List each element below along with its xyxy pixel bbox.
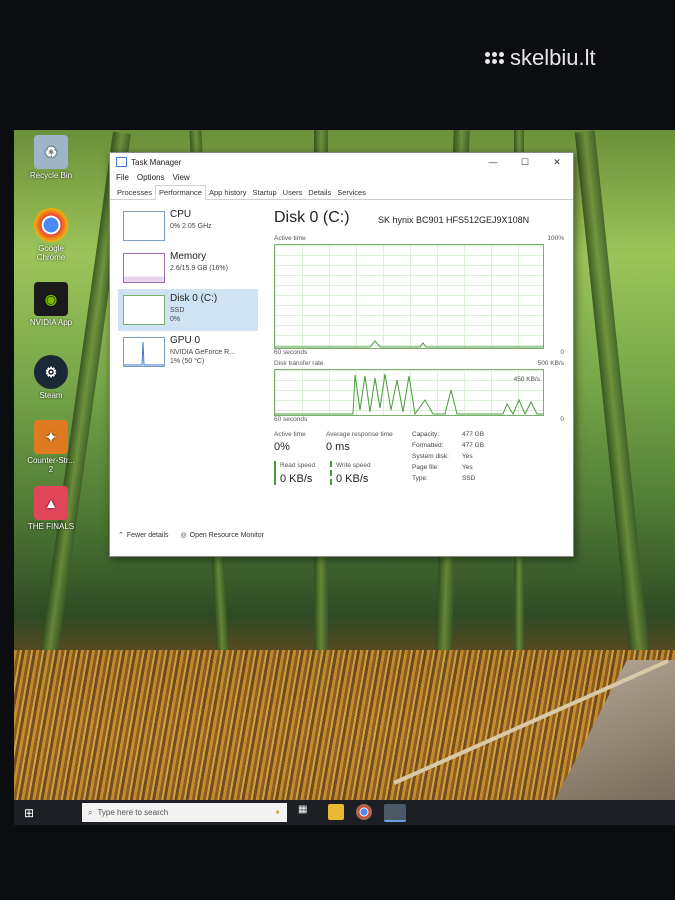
transfer-zero-label: 0: [560, 416, 564, 423]
capacity-label: Capacity:: [412, 431, 440, 438]
transfer-rate-line: [275, 373, 543, 416]
resource-monitor-icon: ◎: [180, 532, 187, 539]
minimize-button[interactable]: —: [477, 153, 509, 171]
desktop-icon-chrome[interactable]: Google Chrome: [24, 208, 78, 262]
task-manager-window[interactable]: Task Manager — ☐ ✕ File Options View Pro…: [109, 152, 574, 557]
disk-detail-panel: Disk 0 (C:) SK hynix BC901 HFS512GEJ9X10…: [274, 205, 564, 533]
task-manager-icon: [116, 157, 127, 167]
skelbiu-watermark: skelbiu.lt: [485, 45, 596, 71]
recycle-bin-icon: ♻: [34, 135, 68, 169]
bamboo-decor: [574, 130, 654, 690]
system-disk-label: System disk:: [412, 453, 449, 460]
menu-options[interactable]: Options: [137, 173, 165, 182]
taskbar-chrome-icon[interactable]: [356, 804, 372, 820]
transfer-seconds-label: 60 seconds: [274, 416, 308, 423]
active-time-stat-label: Active time: [274, 431, 306, 438]
skelbiu-logo-icon: [485, 52, 504, 64]
response-time-label: Average response time: [326, 431, 393, 438]
close-button[interactable]: ✕: [541, 153, 573, 171]
sidebar-item-disk[interactable]: Disk 0 (C:) SSD 0%: [118, 289, 258, 331]
tab-users[interactable]: Users: [280, 186, 306, 199]
read-speed-marker: [274, 461, 276, 485]
read-speed-label: Read speed: [280, 462, 316, 469]
tab-performance[interactable]: Performance: [155, 185, 206, 200]
task-view-icon: ▦: [298, 804, 308, 815]
response-time-value: 0 ms: [326, 441, 350, 453]
write-speed-value: 0 KB/s: [336, 473, 369, 485]
active-time-line: [275, 340, 543, 348]
desktop-icon-recycle-bin[interactable]: ♻ Recycle Bin: [24, 135, 78, 180]
transfer-rate-graph: 450 KB/s: [274, 369, 544, 416]
chrome-icon: [34, 208, 68, 242]
tab-processes[interactable]: Processes: [114, 186, 155, 199]
windows-icon: ⊞: [23, 805, 35, 820]
menu-bar: File Options View: [110, 171, 573, 184]
active-time-zero-label: 0: [560, 349, 564, 356]
cpu-mini-graph: [123, 211, 165, 241]
write-speed-label: Write speed: [336, 462, 371, 469]
watermark-text: skelbiu.lt: [510, 45, 596, 70]
memory-mini-graph: [123, 253, 165, 283]
gpu-mini-graph: [123, 337, 165, 367]
menu-file[interactable]: File: [116, 173, 129, 182]
sidebar-item-gpu[interactable]: GPU 0 NVIDIA GeForce R... 1% (50 °C): [118, 331, 258, 373]
tab-startup[interactable]: Startup: [249, 186, 279, 199]
active-time-graph-label: Active time: [274, 235, 306, 242]
task-view-button[interactable]: ▦: [298, 804, 314, 820]
transfer-mid-label: 450 KB/s: [513, 376, 540, 383]
transfer-max-label: 500 KB/s: [537, 360, 564, 367]
sidebar-item-memory[interactable]: Memory 2.6/15.9 GB (16%): [118, 247, 258, 289]
performance-sidebar: CPU 0% 2.05 GHz Memory 2.6/15.9 GB (16%)…: [118, 205, 258, 533]
write-speed-marker: [330, 461, 332, 485]
file-explorer-icon[interactable]: [328, 804, 344, 820]
chevron-up-icon: ⌃: [118, 532, 124, 539]
transfer-graph-label: Disk transfer rate: [274, 360, 324, 367]
active-time-seconds-label: 60 seconds: [274, 349, 308, 356]
desktop: ♻ Recycle Bin Google Chrome ◉ NVIDIA App…: [14, 130, 675, 825]
taskbar: ⊞ ⌕ Type here to search ✦ ▦: [14, 800, 675, 825]
sidebar-item-cpu[interactable]: CPU 0% 2.05 GHz: [118, 205, 258, 247]
formatted-value: 477 GB: [462, 442, 485, 449]
disk-model: SK hynix BC901 HFS512GEJ9X108N: [378, 215, 530, 225]
type-value: SSD: [462, 475, 476, 482]
page-file-value: Yes: [462, 464, 473, 471]
open-resource-monitor-link[interactable]: ◎ Open Resource Monitor: [180, 531, 264, 540]
tab-details[interactable]: Details: [305, 186, 334, 199]
desktop-icon-the-finals[interactable]: ▲ THE FINALS: [24, 486, 78, 531]
search-highlight-icon: ✦: [274, 808, 281, 817]
type-label: Type:: [412, 475, 428, 482]
start-button[interactable]: ⊞: [16, 800, 42, 825]
title-bar[interactable]: Task Manager — ☐ ✕: [110, 153, 573, 171]
active-time-graph: [274, 244, 544, 349]
disk-title: Disk 0 (C:): [274, 209, 350, 226]
page-file-label: Page file:: [412, 464, 440, 471]
task-manager-taskbar-icon[interactable]: [384, 804, 406, 822]
window-title: Task Manager: [131, 157, 182, 167]
desktop-icon-counter-strike[interactable]: ✦ Counter-Str... 2: [24, 420, 78, 474]
tab-app-history[interactable]: App history: [206, 186, 250, 199]
tab-services[interactable]: Services: [334, 186, 369, 199]
search-icon: ⌕: [88, 807, 93, 817]
taskbar-search[interactable]: ⌕ Type here to search ✦: [82, 803, 287, 822]
disk-mini-graph: [123, 295, 165, 325]
active-time-max-label: 100%: [547, 235, 564, 242]
system-disk-value: Yes: [462, 453, 473, 460]
footer: ⌃ Fewer details ◎ Open Resource Monitor: [118, 531, 264, 540]
read-speed-value: 0 KB/s: [280, 473, 313, 485]
counter-strike-icon: ✦: [34, 420, 68, 454]
the-finals-icon: ▲: [34, 486, 68, 520]
steam-icon: ⚙: [34, 355, 68, 389]
active-time-stat-value: 0%: [274, 441, 290, 453]
search-placeholder: Type here to search: [97, 808, 169, 817]
maximize-button[interactable]: ☐: [509, 153, 541, 171]
desktop-icon-steam[interactable]: ⚙ Steam: [24, 355, 78, 400]
formatted-label: Formatted:: [412, 442, 444, 449]
menu-view[interactable]: View: [172, 173, 189, 182]
fewer-details-link[interactable]: ⌃ Fewer details: [118, 531, 169, 540]
desktop-icon-nvidia[interactable]: ◉ NVIDIA App: [24, 282, 78, 327]
nvidia-icon: ◉: [34, 282, 68, 316]
gpu-spike: [124, 341, 164, 366]
tab-bar: Processes Performance App history Startu…: [110, 184, 573, 200]
capacity-value: 477 GB: [462, 431, 485, 438]
